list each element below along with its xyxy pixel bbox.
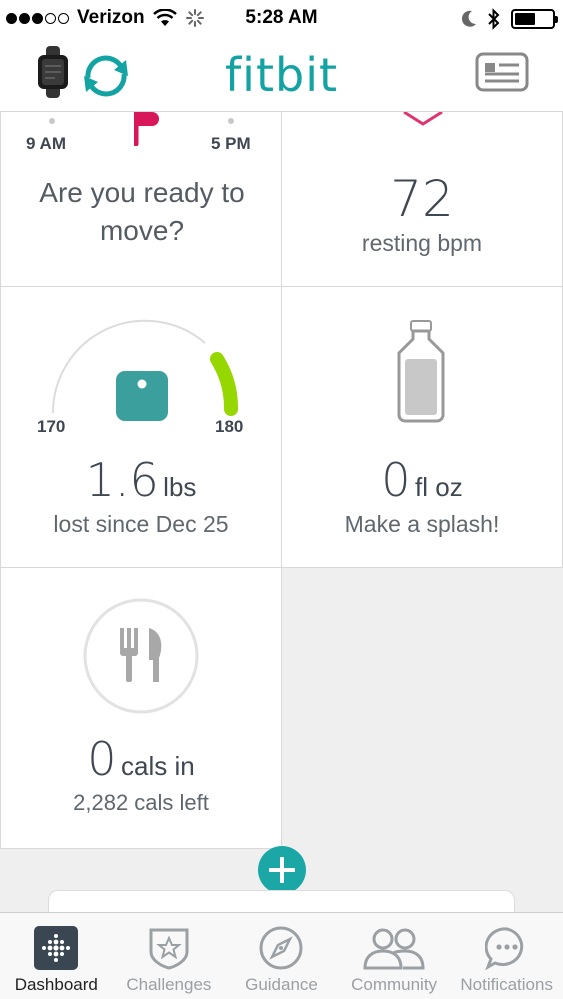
tab-notifications[interactable]: Notifications	[450, 913, 563, 999]
dashboard-icon	[34, 926, 79, 970]
bluetooth-icon	[488, 8, 500, 30]
battery-icon	[511, 9, 558, 29]
challenges-star-icon	[149, 928, 189, 970]
fork-knife-icon	[83, 598, 199, 714]
speech-bubble-icon	[484, 927, 523, 970]
end-time-label: 5 PM	[211, 134, 251, 153]
hourly-activity-tile[interactable]: 9 AM 5 PM Are you ready to move?	[0, 112, 282, 287]
water-unit: fl oz	[415, 472, 463, 502]
calories-left-label: 2,282 cals left	[73, 790, 209, 815]
community-people-icon	[363, 928, 425, 970]
water-value: 0	[381, 453, 411, 507]
partial-card	[48, 890, 515, 912]
heart-icon	[403, 112, 443, 126]
tab-label: Guidance	[245, 975, 318, 994]
water-bottle-icon	[397, 320, 445, 423]
start-time-label: 9 AM	[26, 134, 66, 153]
calories-in-value: 0	[87, 732, 117, 786]
tab-label: Notifications	[460, 975, 553, 994]
tab-label: Dashboard	[14, 975, 98, 994]
profile-card-icon[interactable]	[475, 52, 529, 92]
resting-heart-rate-label: resting bpm	[361, 230, 483, 256]
do-not-disturb-moon-icon	[461, 10, 476, 27]
weight-lost-label: lost since Dec 25	[53, 511, 229, 537]
scale-icon	[116, 371, 168, 421]
gauge-min-label: 170	[37, 417, 66, 436]
food-tile[interactable]: 0 cals in 2,282 cals left	[0, 567, 282, 849]
heart-rate-tile[interactable]: 72 resting bpm	[281, 112, 563, 287]
tab-community[interactable]: Community	[338, 913, 451, 999]
gauge-max-label: 180	[215, 417, 244, 436]
compass-icon	[259, 926, 303, 970]
tab-guidance[interactable]: Guidance	[225, 913, 338, 999]
tab-label: Community	[351, 975, 438, 994]
calories-in-unit: cals in	[121, 751, 195, 781]
water-message: Make a splash!	[344, 511, 500, 537]
dashboard-grid: 9 AM 5 PM Are you ready to move? 72 rest…	[0, 112, 563, 912]
weight-tile[interactable]: 170 180 1.6 lbs lost since Dec 25	[0, 286, 282, 568]
tab-dashboard[interactable]: Dashboard	[0, 913, 113, 999]
water-value-row: 0 fl oz	[282, 453, 562, 507]
food-value-row: 0 cals in	[1, 732, 281, 786]
add-entry-button[interactable]	[258, 846, 306, 894]
app-header: fitbit	[0, 40, 563, 112]
tab-label: Challenges	[126, 975, 212, 994]
weight-lost-value: 1.6	[85, 453, 159, 507]
weight-unit: lbs	[163, 472, 197, 502]
status-right	[461, 8, 558, 30]
flag-marker-icon	[134, 112, 159, 146]
move-message: Are you ready to move?	[39, 177, 245, 246]
timeline-dot	[228, 118, 234, 124]
water-tile[interactable]: 0 fl oz Make a splash!	[281, 286, 563, 568]
tab-challenges[interactable]: Challenges	[113, 913, 226, 999]
tab-bar: Dashboard Challenges Guidance Community …	[0, 912, 563, 999]
timeline-dot	[49, 118, 55, 124]
resting-heart-rate-value: 72	[390, 170, 454, 228]
status-bar: Verizon 5:28 AM	[0, 0, 563, 40]
weight-lost-value-row: 1.6 lbs	[1, 453, 281, 507]
